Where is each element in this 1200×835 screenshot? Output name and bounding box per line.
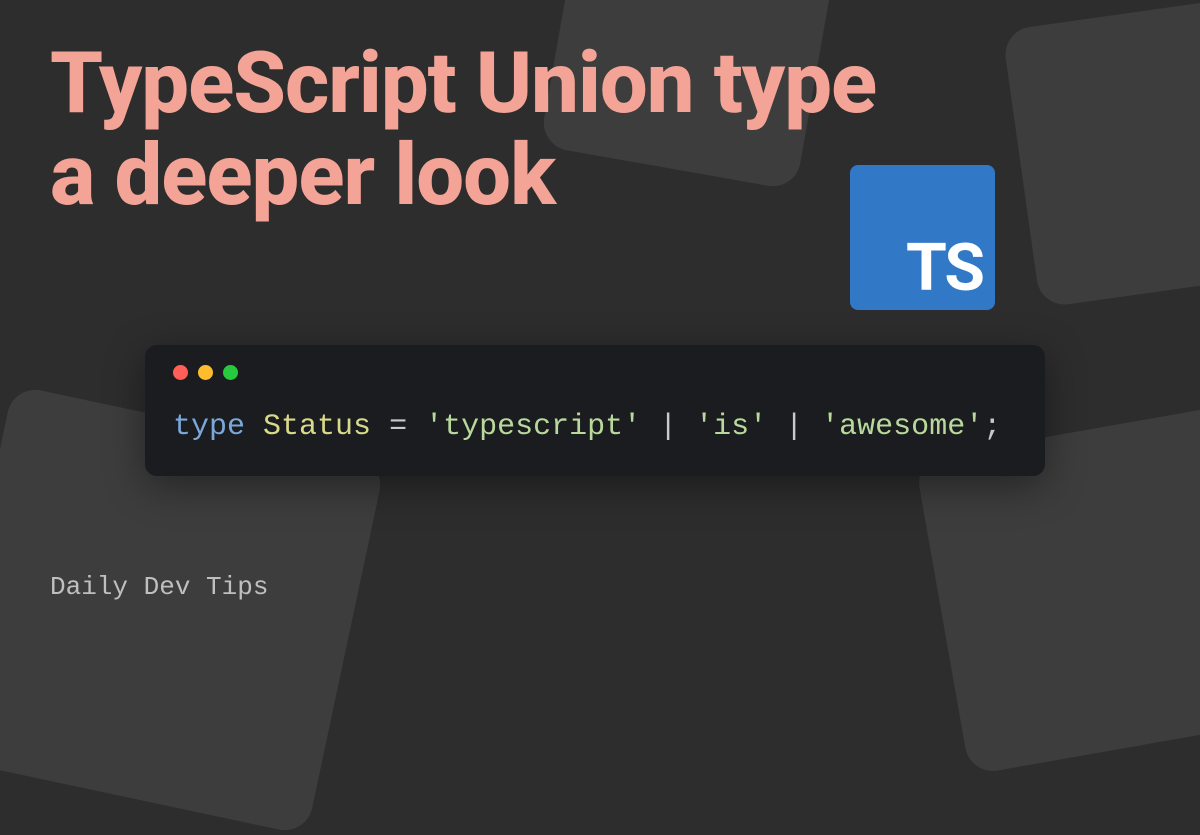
title-line-1: TypeScript Union type bbox=[50, 33, 876, 133]
code-window: type Status = 'typescript' | 'is' | 'awe… bbox=[145, 345, 1045, 476]
maximize-icon bbox=[223, 365, 238, 380]
code-pipe: | bbox=[641, 410, 695, 444]
footer-brand: Daily Dev Tips bbox=[50, 572, 268, 602]
code-string: 'is' bbox=[695, 410, 767, 444]
content-area: TypeScript Union type a deeper look TS t… bbox=[0, 0, 1200, 630]
minimize-icon bbox=[198, 365, 213, 380]
code-keyword: type bbox=[173, 410, 245, 444]
window-traffic-lights bbox=[173, 365, 1017, 380]
code-semicolon: ; bbox=[983, 410, 1001, 444]
code-pipe: | bbox=[767, 410, 821, 444]
code-string: 'awesome' bbox=[821, 410, 983, 444]
code-type-name: Status bbox=[263, 410, 371, 444]
close-icon bbox=[173, 365, 188, 380]
ts-logo-text: TS bbox=[906, 236, 983, 302]
code-string: 'typescript' bbox=[425, 410, 641, 444]
code-equals: = bbox=[371, 410, 425, 444]
typescript-logo-icon: TS bbox=[850, 165, 995, 310]
title-line-2: a deeper look bbox=[50, 125, 555, 225]
code-line: type Status = 'typescript' | 'is' | 'awe… bbox=[173, 410, 1017, 444]
